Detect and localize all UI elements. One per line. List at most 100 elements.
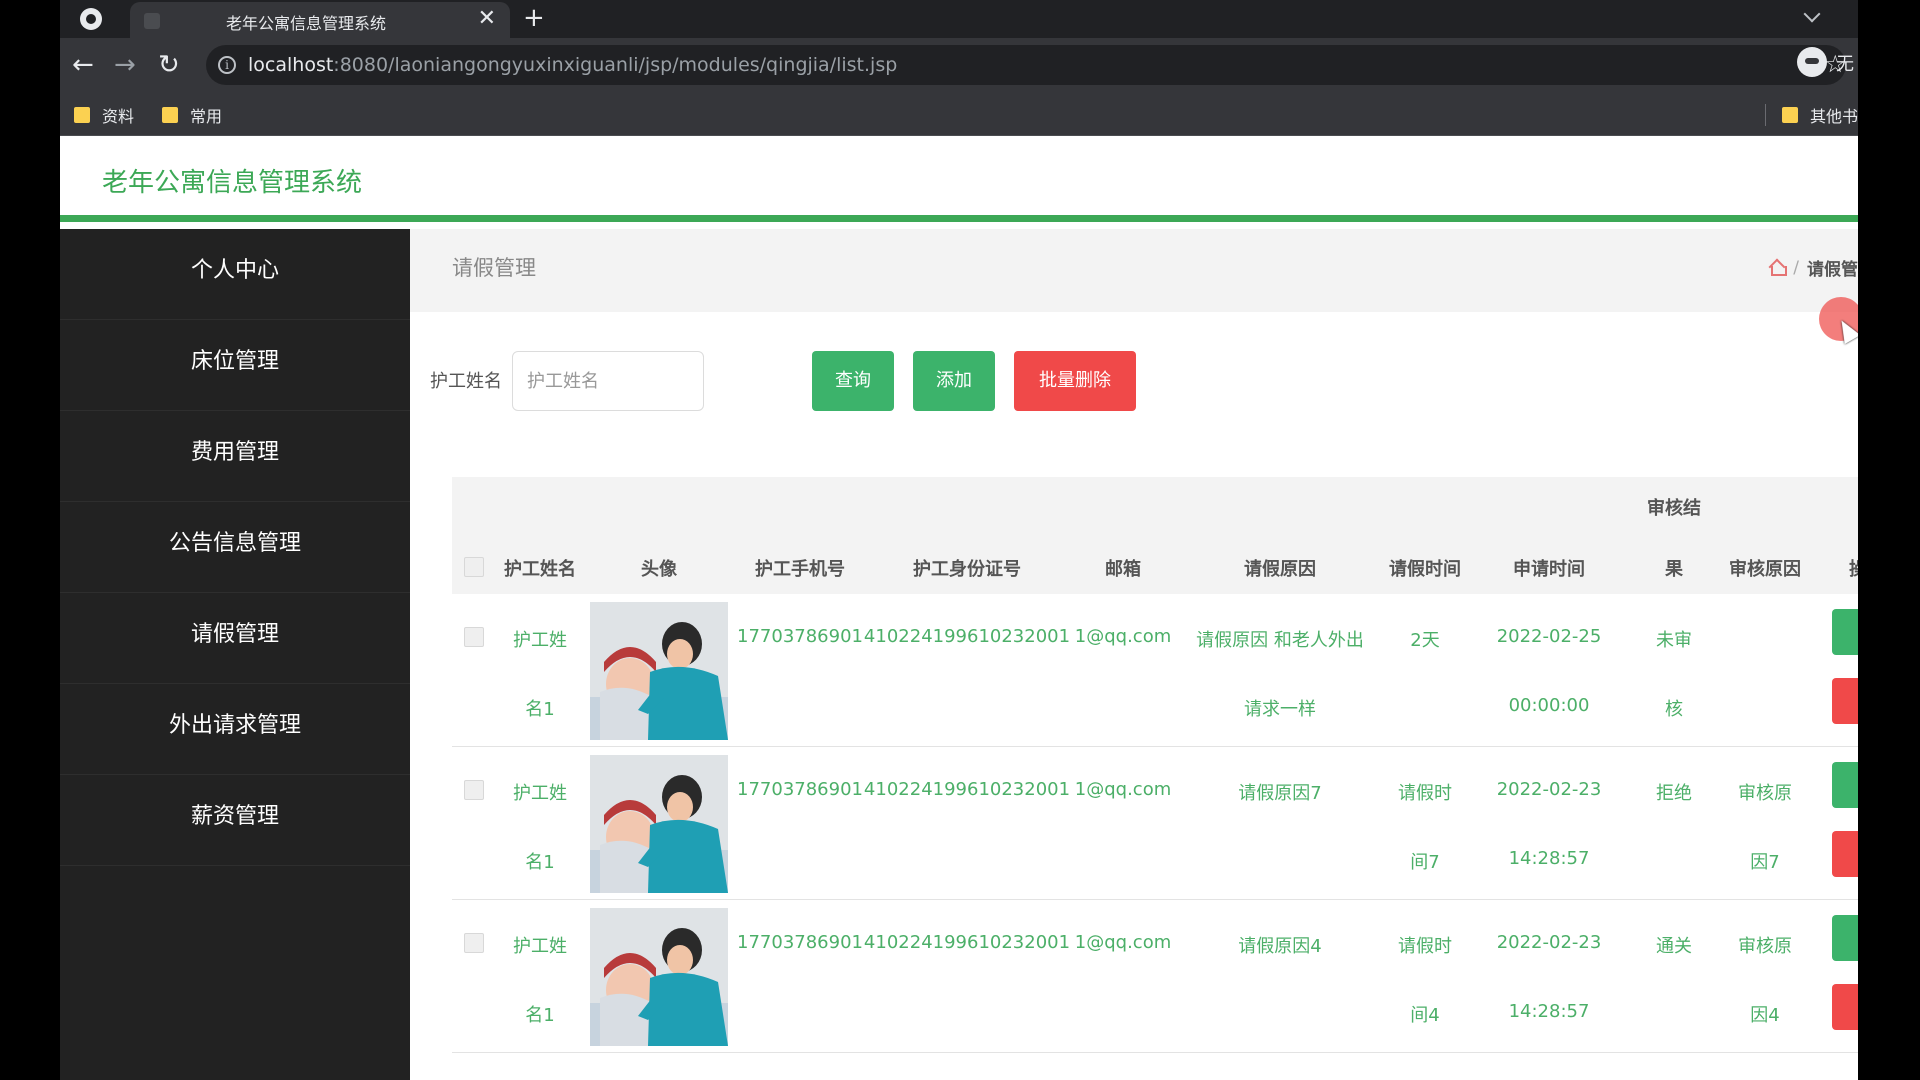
column-header-result-line2: 果 bbox=[1665, 559, 1683, 580]
forward-button[interactable]: → bbox=[114, 48, 136, 82]
cell-name-line1: 护工姓 bbox=[513, 630, 567, 651]
delete-button[interactable] bbox=[1832, 831, 1858, 877]
sidebar-item-leave-management[interactable]: 请假管理 bbox=[60, 593, 410, 684]
cell-phone: 17703786901 bbox=[737, 932, 863, 953]
tab-search-chevron-icon[interactable] bbox=[1803, 5, 1821, 23]
cell-apply-time-line2: 14:28:57 bbox=[1508, 848, 1590, 869]
search-input[interactable] bbox=[512, 351, 704, 411]
column-header-name: 护工姓名 bbox=[504, 559, 576, 580]
profile-label[interactable]: 无 bbox=[1836, 50, 1854, 76]
column-header-reason: 请假原因 bbox=[1244, 559, 1316, 580]
query-button[interactable]: 查询 bbox=[812, 351, 894, 411]
reload-button[interactable]: ↻ bbox=[158, 48, 180, 82]
bookmarks-separator bbox=[1765, 104, 1766, 126]
cell-leave-time-line1: 2天 bbox=[1410, 630, 1440, 651]
app-title: 老年公寓信息管理系统 bbox=[102, 168, 363, 198]
sidebar-item-fee-management[interactable]: 费用管理 bbox=[60, 411, 410, 502]
column-header-result-line1: 审核结 bbox=[1647, 498, 1701, 519]
profile-avatar-icon[interactable] bbox=[1797, 47, 1827, 77]
sidebar-item-bed-management[interactable]: 床位管理 bbox=[60, 320, 410, 411]
page-header-bar: 请假管理 / 请假管 bbox=[410, 229, 1858, 312]
batch-delete-button[interactable]: 批量删除 bbox=[1014, 351, 1136, 411]
browser-toolbar: ← → ↻ i localhost:8080/laoniangongyuxinx… bbox=[60, 38, 1858, 94]
close-tab-icon[interactable]: ✕ bbox=[478, 6, 496, 32]
cell-leave-time-line2: 间4 bbox=[1410, 1005, 1440, 1026]
avatar-image bbox=[590, 908, 728, 1046]
sidebar-item-announcement-management[interactable]: 公告信息管理 bbox=[60, 502, 410, 593]
sidebar: 个人中心 床位管理 费用管理 公告信息管理 请假管理 外出请求管理 薪资管理 bbox=[60, 229, 410, 1080]
column-header-review-reason: 审核原因 bbox=[1729, 559, 1801, 580]
url-text[interactable]: localhost:8080/laoniangongyuxinxiguanli/… bbox=[248, 54, 897, 76]
cell-result-line1: 拒绝 bbox=[1656, 783, 1692, 804]
table-row: 17703786901 410224199610232001 1@qq.com 护工姓… bbox=[452, 747, 1858, 900]
browser-menu-icon[interactable] bbox=[80, 8, 102, 30]
page-title: 请假管理 bbox=[452, 256, 536, 280]
cell-leave-time-line1: 请假时 bbox=[1398, 936, 1452, 957]
cell-result-line1: 通关 bbox=[1656, 936, 1692, 957]
browser-window: 老年公寓信息管理系统 ✕ + ← → ↻ i localhost:8080/la… bbox=[60, 0, 1858, 1080]
cell-id-card: 410224199610232001 bbox=[863, 932, 1071, 953]
sidebar-item-outing-management[interactable]: 外出请求管理 bbox=[60, 684, 410, 775]
column-header-email: 邮箱 bbox=[1105, 559, 1141, 580]
cell-phone: 17703786901 bbox=[737, 626, 863, 647]
table-row: 17703786901 410224199610232001 1@qq.com 护工姓… bbox=[452, 594, 1858, 747]
screen: 老年公寓信息管理系统 ✕ + ← → ↻ i localhost:8080/la… bbox=[0, 0, 1920, 1080]
new-tab-button[interactable]: + bbox=[523, 2, 545, 34]
cell-leave-time-line2: 间7 bbox=[1410, 852, 1440, 873]
add-button[interactable]: 添加 bbox=[913, 351, 995, 411]
row-checkbox[interactable] bbox=[464, 627, 484, 647]
url-path: :8080/laoniangongyuxinxiguanli/jsp/modul… bbox=[333, 54, 898, 76]
view-button[interactable] bbox=[1832, 762, 1858, 808]
column-header-leave-time: 请假时间 bbox=[1389, 559, 1461, 580]
cell-email: 1@qq.com bbox=[1074, 932, 1172, 953]
cell-phone: 17703786901 bbox=[737, 779, 863, 800]
site-info-icon[interactable]: i bbox=[218, 56, 236, 74]
breadcrumb-current: 请假管 bbox=[1807, 260, 1858, 280]
table-header: 护工姓名 头像 护工手机号 护工身份证号 邮箱 请假原因 请假时间 申请时间 审… bbox=[452, 477, 1858, 594]
folder-icon bbox=[162, 107, 178, 123]
sidebar-item-salary-management[interactable]: 薪资管理 bbox=[60, 775, 410, 866]
cell-id-card: 410224199610232001 bbox=[863, 779, 1071, 800]
delete-button[interactable] bbox=[1832, 678, 1858, 724]
home-icon[interactable] bbox=[1769, 260, 1788, 276]
cell-review-reason-line1: 审核原 bbox=[1738, 936, 1792, 957]
column-header-action: 操 bbox=[1849, 555, 1858, 581]
cell-email: 1@qq.com bbox=[1074, 626, 1172, 647]
bookmark-folder[interactable]: 常用 bbox=[162, 103, 222, 127]
cell-leave-time-line1: 请假时 bbox=[1398, 783, 1452, 804]
url-host: localhost bbox=[248, 54, 334, 76]
bookmark-folder[interactable]: 资料 bbox=[74, 103, 134, 127]
cell-review-reason-line2: 因7 bbox=[1750, 852, 1780, 873]
search-bar: 护工姓名 查询 添加 批量删除 bbox=[410, 349, 1858, 411]
row-checkbox[interactable] bbox=[464, 933, 484, 953]
row-checkbox[interactable] bbox=[464, 780, 484, 800]
cell-name-line2: 名1 bbox=[525, 852, 555, 873]
table-row: 17703786901 410224199610232001 1@qq.com 护工姓… bbox=[452, 900, 1858, 1053]
cell-apply-time-line2: 14:28:57 bbox=[1508, 1001, 1590, 1022]
folder-icon bbox=[1782, 107, 1798, 123]
cell-apply-time-line1: 2022-02-23 bbox=[1496, 779, 1602, 800]
delete-button[interactable] bbox=[1832, 984, 1858, 1030]
view-button[interactable] bbox=[1832, 915, 1858, 961]
folder-icon bbox=[74, 107, 90, 123]
tab-title: 老年公寓信息管理系统 bbox=[226, 14, 387, 33]
cell-reason-line1: 请假原因7 bbox=[1238, 783, 1322, 804]
cell-name-line1: 护工姓 bbox=[513, 936, 567, 957]
cell-result-line1: 未审 bbox=[1656, 630, 1692, 651]
cell-reason-line1: 请假原因4 bbox=[1238, 936, 1322, 957]
other-bookmarks-label: 其他书 bbox=[1810, 107, 1858, 126]
browser-tab[interactable]: 老年公寓信息管理系统 ✕ bbox=[130, 2, 510, 38]
column-header-avatar: 头像 bbox=[641, 559, 677, 580]
other-bookmarks-folder[interactable]: 其他书 bbox=[1782, 103, 1858, 127]
column-header-apply-time: 申请时间 bbox=[1513, 559, 1585, 580]
back-button[interactable]: ← bbox=[72, 48, 94, 82]
sidebar-item-personal-center[interactable]: 个人中心 bbox=[60, 229, 410, 320]
address-bar[interactable]: i localhost:8080/laoniangongyuxinxiguanl… bbox=[206, 45, 1846, 85]
select-all-checkbox[interactable] bbox=[464, 557, 484, 577]
cell-name-line2: 名1 bbox=[525, 699, 555, 720]
cell-email: 1@qq.com bbox=[1074, 779, 1172, 800]
cell-reason-line2: 请求一样 bbox=[1244, 699, 1316, 720]
view-button[interactable] bbox=[1832, 609, 1858, 655]
main-content: 请假管理 / 请假管 护工姓名 查询 添加 批量删除 护工姓名 头像 护工手机号… bbox=[410, 229, 1858, 1080]
cell-id-card: 410224199610232001 bbox=[863, 626, 1071, 647]
